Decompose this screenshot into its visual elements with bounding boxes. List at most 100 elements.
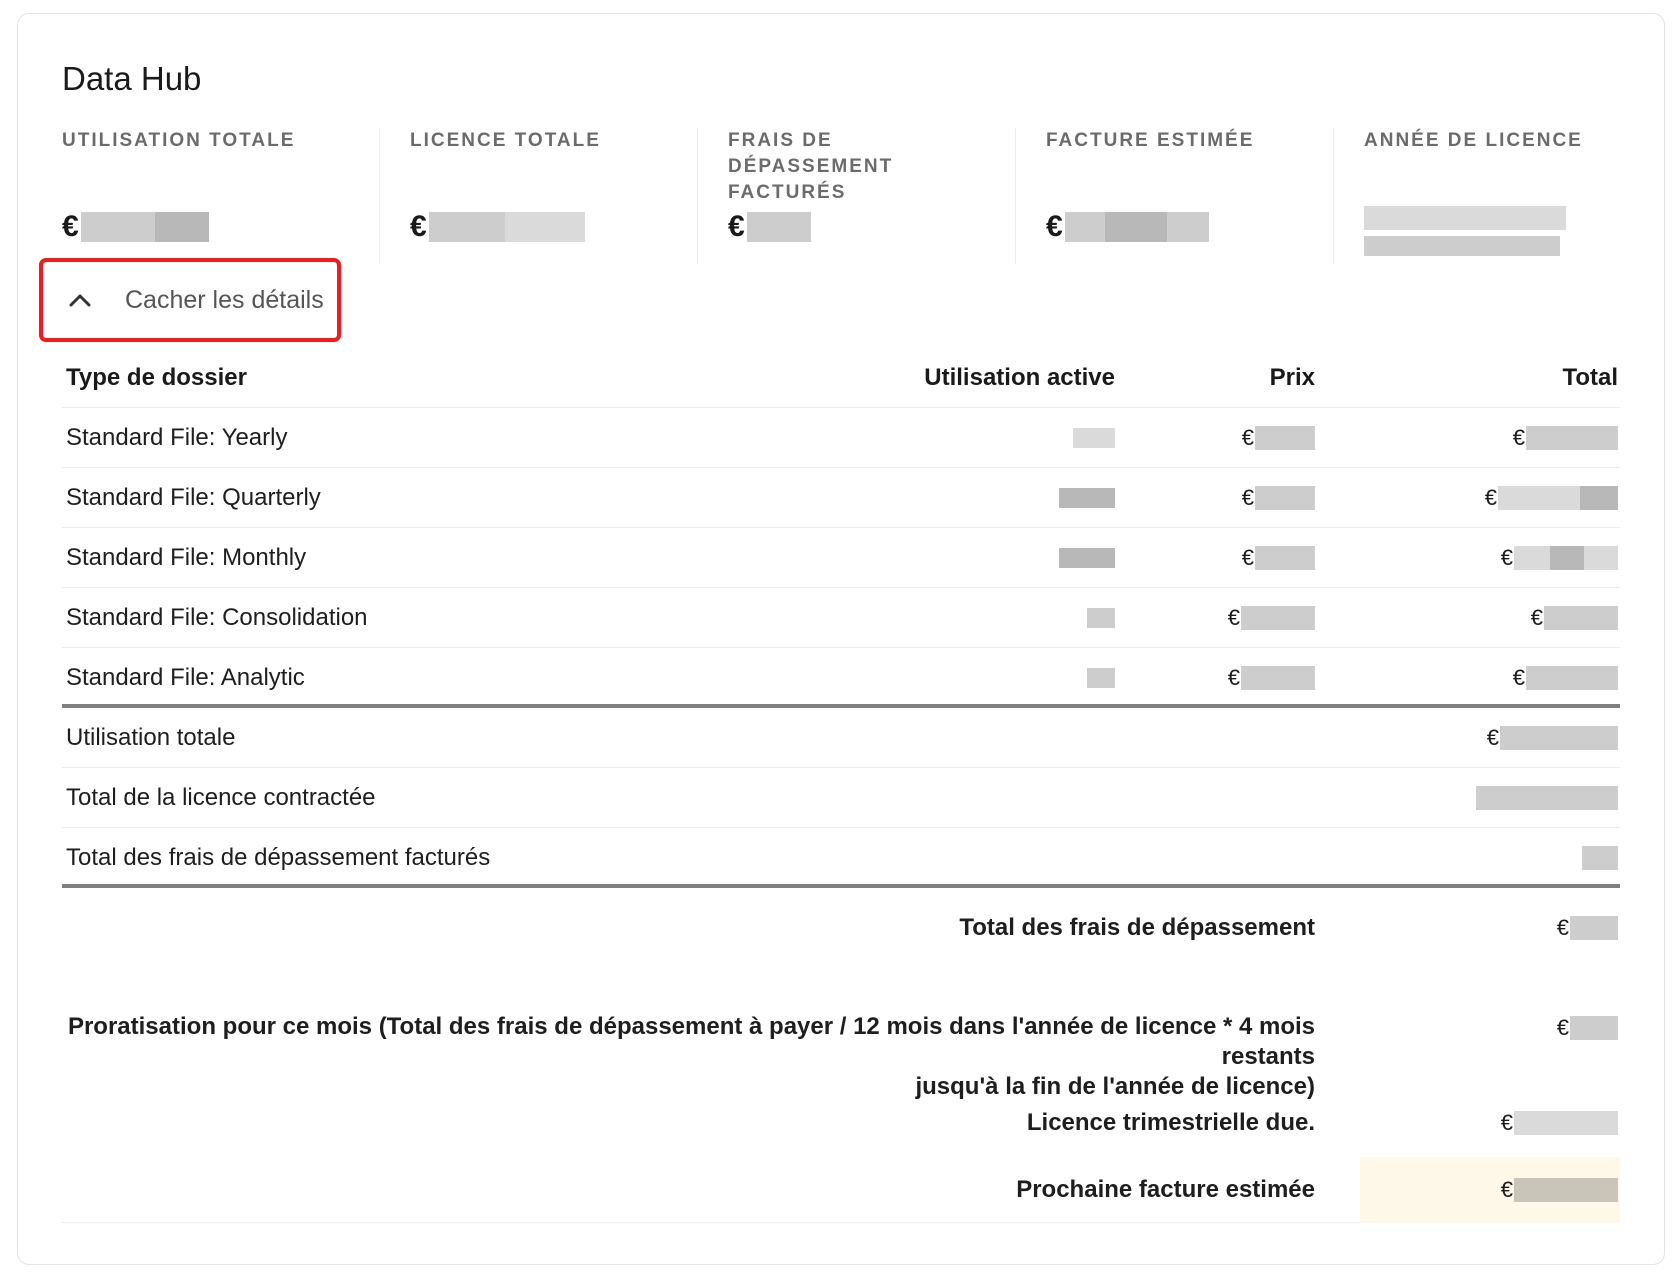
overage-total-value: € — [1557, 898, 1618, 958]
redacted-value — [1584, 546, 1618, 570]
currency-symbol: € — [1046, 210, 1063, 243]
summary-row: Licence trimestrielle due. € — [62, 1093, 1620, 1157]
row-total: € — [1513, 408, 1618, 468]
stat-value: € — [728, 210, 811, 244]
row-price: € — [1228, 648, 1315, 708]
row-name: Standard File: Consolidation — [66, 604, 368, 631]
stat-label: FRAIS DE DÉPASSEMENT FACTURÉS — [728, 130, 894, 203]
redacted-value — [1582, 846, 1618, 870]
redacted-value — [1570, 1016, 1618, 1040]
redacted-value — [428, 212, 505, 242]
redacted-value — [1104, 212, 1167, 242]
header-file-type: Type de dossier — [66, 364, 247, 391]
row-name: Standard File: Yearly — [66, 424, 288, 451]
redacted-value — [1526, 666, 1618, 690]
redacted-value — [1087, 668, 1115, 688]
totals-row: Total de la licence contractée — [62, 768, 1620, 828]
totals-value — [1475, 768, 1618, 828]
redacted-value — [1087, 608, 1115, 628]
quarterly-label: Licence trimestrielle due. — [1026, 1109, 1315, 1136]
currency-symbol: € — [1241, 545, 1254, 570]
stat-license-year: ANNÉE DE LICENCE — [1334, 128, 1652, 264]
row-price: € — [1242, 468, 1315, 528]
row-total: € — [1485, 468, 1618, 528]
stat-total-usage: UTILISATION TOTALE € — [62, 128, 380, 264]
next-invoice-value: € — [1501, 1157, 1618, 1223]
header-total: Total — [1562, 364, 1618, 391]
totals-label: Utilisation totale — [66, 724, 236, 751]
details-table: Type de dossier Utilisation active Prix … — [62, 348, 1620, 888]
quarterly-section: Licence trimestrielle due. € — [62, 1093, 1620, 1157]
currency-symbol: € — [1530, 605, 1543, 630]
redacted-value — [1059, 488, 1115, 508]
currency-symbol: € — [1556, 915, 1569, 940]
redacted-value — [1059, 548, 1115, 568]
redacted-value — [1498, 486, 1580, 510]
stat-value: € — [1046, 210, 1209, 244]
currency-symbol: € — [1512, 425, 1525, 450]
totals-row: Utilisation totale € — [62, 708, 1620, 768]
stat-total-license: LICENCE TOTALE € — [380, 128, 698, 264]
row-price: € — [1242, 528, 1315, 588]
proration-value: € — [1557, 1010, 1618, 1046]
redacted-value — [1500, 726, 1618, 750]
totals-label: Total de la licence contractée — [66, 784, 376, 811]
redacted-value — [1526, 426, 1618, 450]
currency-symbol: € — [1227, 665, 1240, 690]
currency-symbol: € — [728, 210, 745, 243]
currency-symbol: € — [1500, 1110, 1513, 1135]
stat-overage-billed: FRAIS DE DÉPASSEMENT FACTURÉS € — [698, 128, 1016, 264]
redacted-value — [1241, 666, 1315, 690]
redacted-value — [1255, 486, 1315, 510]
row-price: € — [1228, 588, 1315, 648]
redacted-value — [1580, 486, 1618, 510]
summary-row: Total des frais de dépassement € — [62, 898, 1620, 958]
row-total: € — [1501, 528, 1618, 588]
table-row: Standard File: Analytic € € — [62, 648, 1620, 708]
redacted-value — [1544, 606, 1618, 630]
toggle-label: Cacher les détails — [125, 285, 324, 314]
redacted-value — [1514, 1111, 1618, 1135]
totals-value: € — [1487, 708, 1618, 768]
table-row: Standard File: Quarterly € € — [62, 468, 1620, 528]
hide-details-toggle[interactable]: Cacher les détails — [39, 258, 341, 342]
redacted-value — [1364, 236, 1560, 256]
row-name: Standard File: Quarterly — [66, 484, 321, 511]
next-invoice-section: Prochaine facture estimée € — [62, 1157, 1620, 1223]
header-price: Prix — [1269, 364, 1315, 391]
row-name: Standard File: Monthly — [66, 544, 307, 571]
redacted-value — [1064, 212, 1105, 242]
currency-symbol: € — [1484, 485, 1497, 510]
currency-symbol: € — [1512, 665, 1525, 690]
proration-row: Proratisation pour ce mois (Total des fr… — [62, 1010, 1620, 1100]
table-row: Standard File: Monthly € € — [62, 528, 1620, 588]
summary-row: Prochaine facture estimée € — [62, 1157, 1620, 1223]
page-title: Data Hub — [62, 60, 202, 97]
stat-value: € — [410, 210, 585, 244]
chevron-up-icon — [67, 287, 93, 313]
redacted-value — [1073, 428, 1115, 448]
redacted-value — [1514, 546, 1550, 570]
quarterly-value: € — [1501, 1093, 1618, 1153]
currency-symbol: € — [1500, 545, 1513, 570]
table-row: Standard File: Consolidation € € — [62, 588, 1620, 648]
currency-symbol: € — [1241, 425, 1254, 450]
stat-label: LICENCE TOTALE — [410, 130, 601, 151]
redacted-value — [746, 212, 811, 242]
redacted-value — [1364, 206, 1566, 230]
currency-symbol: € — [1500, 1177, 1513, 1202]
overage-total-label: Total des frais de dépassement — [959, 914, 1315, 941]
row-active — [1073, 408, 1115, 468]
totals-label: Total des frais de dépassement facturés — [66, 844, 491, 871]
redacted-value — [1476, 786, 1618, 810]
row-name: Standard File: Analytic — [66, 664, 305, 691]
redacted-value — [1570, 916, 1618, 940]
stat-label: ANNÉE DE LICENCE — [1364, 130, 1583, 151]
currency-symbol: € — [1227, 605, 1240, 630]
currency-symbol: € — [1556, 1015, 1569, 1040]
header-active-usage: Utilisation active — [924, 364, 1115, 391]
redacted-value — [504, 212, 585, 242]
row-total: € — [1531, 588, 1618, 648]
currency-symbol: € — [62, 210, 79, 243]
row-active — [1087, 588, 1115, 648]
